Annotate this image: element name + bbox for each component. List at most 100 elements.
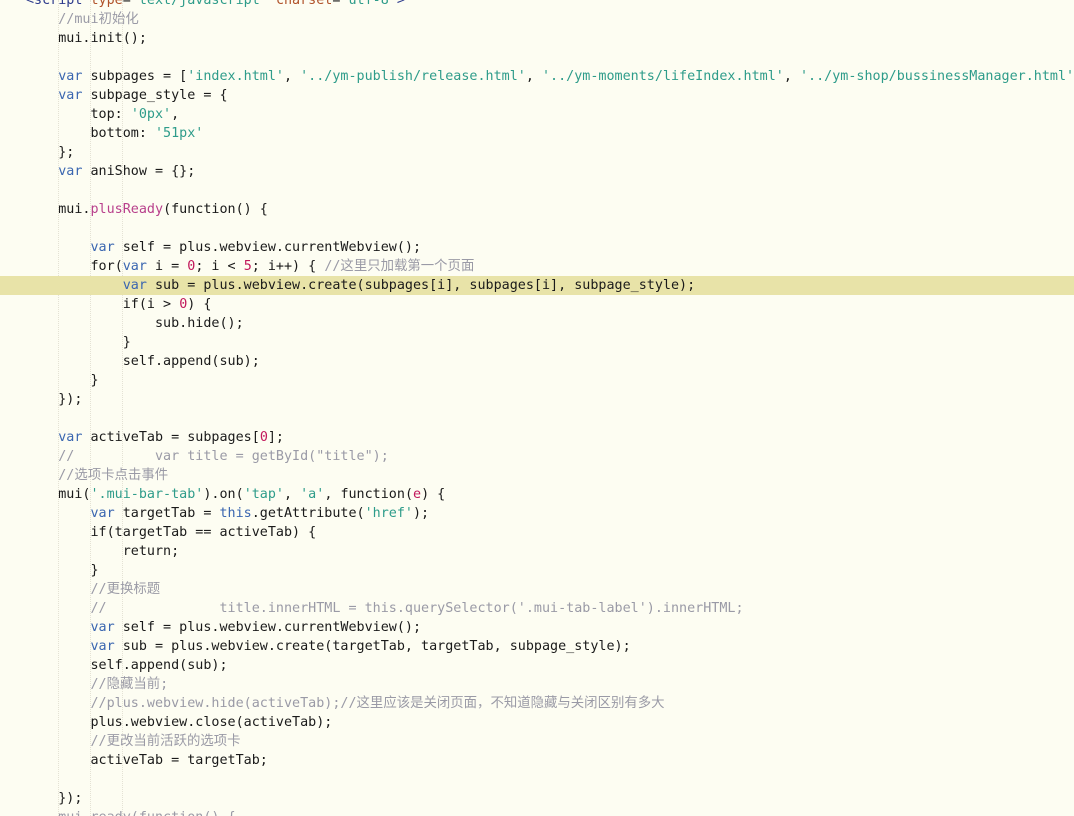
code-line[interactable] xyxy=(0,48,1074,67)
code-line[interactable]: return; xyxy=(0,542,1074,561)
code-token: function xyxy=(340,487,405,502)
code-token: //选项卡点击事件 xyxy=(58,468,169,483)
code-line[interactable]: mui.ready(function() { xyxy=(0,808,1074,816)
code-token: var xyxy=(90,639,115,654)
code-line-text: } xyxy=(26,561,99,580)
code-token: 0 xyxy=(259,430,268,445)
code-line[interactable]: //隐藏当前; xyxy=(0,675,1074,694)
code-line[interactable]: var subpages = ['index.html', '../ym-pub… xyxy=(0,67,1074,86)
code-line[interactable]: //更改当前活跃的选项卡 xyxy=(0,732,1074,751)
code-token: this xyxy=(219,506,252,521)
code-token: mui( xyxy=(26,487,91,502)
code-token: bpages[i], subpages[i], subpage_style); xyxy=(380,278,696,293)
code-line[interactable]: //plus.webview.hide(activeTab);//这里应该是关闭… xyxy=(0,694,1074,713)
code-line-text: var aniShow = {}; xyxy=(26,162,195,181)
code-token: }); xyxy=(26,791,83,806)
code-token: var xyxy=(90,620,115,635)
code-token: <script xyxy=(26,0,91,8)
code-line-text: var subpages = ['index.html', '../ym-pub… xyxy=(26,67,1074,86)
code-token: '../ym-publish/release.html' xyxy=(300,69,526,84)
code-line-text: // title.innerHTML = this.querySelector(… xyxy=(26,599,744,618)
code-line[interactable]: } xyxy=(0,371,1074,390)
code-token: '0px' xyxy=(130,107,172,122)
code-token: var xyxy=(58,430,83,445)
code-line-text: //plus.webview.hide(activeTab);//这里应该是关闭… xyxy=(26,694,665,713)
code-line[interactable]: //mui初始化 xyxy=(0,10,1074,29)
code-line-text: mui.ready(function() { xyxy=(26,808,235,816)
code-line-text: }); xyxy=(26,390,82,409)
code-token: // var title = getById("title"); xyxy=(58,449,389,464)
code-token: , xyxy=(171,107,180,122)
code-token: 'index.html' xyxy=(187,69,284,84)
code-line[interactable]: }); xyxy=(0,789,1074,808)
code-line[interactable]: //选项卡点击事件 xyxy=(0,466,1074,485)
code-line[interactable]: var sub = plus.webview.create(subpages[i… xyxy=(0,276,1074,295)
code-line[interactable]: if(targetTab == activeTab) { xyxy=(0,523,1074,542)
code-token: } xyxy=(26,335,131,350)
code-token: var xyxy=(58,164,83,179)
code-line[interactable]: var activeTab = subpages[0]; xyxy=(0,428,1074,447)
code-token: activeTab = targetTab; xyxy=(26,753,268,768)
code-token: var xyxy=(58,69,83,84)
code-line[interactable]: if(i > 0) { xyxy=(0,295,1074,314)
code-line[interactable]: var sub = plus.webview.create(targetTab,… xyxy=(0,637,1074,656)
code-line[interactable]: <script type="text/javascript" charset="… xyxy=(0,0,1074,10)
code-line-text: //更改当前活跃的选项卡 xyxy=(26,732,241,751)
code-line[interactable]: mui.init(); xyxy=(0,29,1074,48)
code-line[interactable] xyxy=(0,409,1074,428)
code-line[interactable]: sub.hide(); xyxy=(0,314,1074,333)
code-line[interactable]: var targetTab = this.getAttribute('href'… xyxy=(0,504,1074,523)
code-line[interactable] xyxy=(0,770,1074,789)
code-line[interactable]: var self = plus.webview.currentWebview()… xyxy=(0,618,1074,637)
code-line[interactable]: // var title = getById("title"); xyxy=(0,447,1074,466)
code-line-text: mui('.mui-bar-tab').on('tap', 'a', funct… xyxy=(26,485,445,504)
code-line[interactable]: var aniShow = {}; xyxy=(0,162,1074,181)
code-token: ( xyxy=(404,487,413,502)
code-token: var xyxy=(90,506,115,521)
code-line[interactable]: self.append(sub); xyxy=(0,352,1074,371)
code-line[interactable]: //更换标题 xyxy=(0,580,1074,599)
code-line-text: var self = plus.webview.currentWebview()… xyxy=(26,618,422,637)
code-token: return xyxy=(122,544,172,559)
code-line[interactable]: }); xyxy=(0,390,1074,409)
code-line[interactable]: self.append(sub); xyxy=(0,656,1074,675)
code-line[interactable]: mui.plusReady(function() { xyxy=(0,200,1074,219)
code-line[interactable]: activeTab = targetTab; xyxy=(0,751,1074,770)
code-line[interactable]: var self = plus.webview.currentWebview()… xyxy=(0,238,1074,257)
code-token: , xyxy=(284,69,301,84)
code-token: aniShow = {}; xyxy=(82,164,196,179)
code-line[interactable]: } xyxy=(0,333,1074,352)
code-token: //这里只加载第一个页面 xyxy=(324,259,475,274)
code-line[interactable] xyxy=(0,219,1074,238)
code-token: 'a' xyxy=(300,487,325,502)
code-token: 5 xyxy=(243,259,252,274)
code-token: //隐藏当前; xyxy=(90,677,169,692)
code-token: mui.init(); xyxy=(26,31,147,46)
code-line[interactable]: bottom: '51px' xyxy=(0,124,1074,143)
code-line-text: var targetTab = this.getAttribute('href'… xyxy=(26,504,430,523)
code-line[interactable]: var subpage_style = { xyxy=(0,86,1074,105)
code-token: } xyxy=(26,563,99,578)
code-token: ; xyxy=(171,544,180,559)
code-line[interactable] xyxy=(0,181,1074,200)
code-token: charset xyxy=(275,0,333,8)
code-line[interactable]: }; xyxy=(0,143,1074,162)
code-line[interactable]: top: '0px', xyxy=(0,105,1074,124)
code-token: subpage_style = { xyxy=(82,88,228,103)
code-line[interactable]: for(var i = 0; i < 5; i++) { //这里只加载第一个页… xyxy=(0,257,1074,276)
code-line[interactable]: // title.innerHTML = this.querySelector(… xyxy=(0,599,1074,618)
code-line[interactable]: plus.webview.close(activeTab); xyxy=(0,713,1074,732)
code-line[interactable]: } xyxy=(0,561,1074,580)
code-line[interactable]: mui('.mui-bar-tab').on('tap', 'a', funct… xyxy=(0,485,1074,504)
code-token: sub.hide(); xyxy=(26,316,244,331)
code-editor[interactable]: <script type="text/javascript" charset="… xyxy=(0,0,1074,816)
